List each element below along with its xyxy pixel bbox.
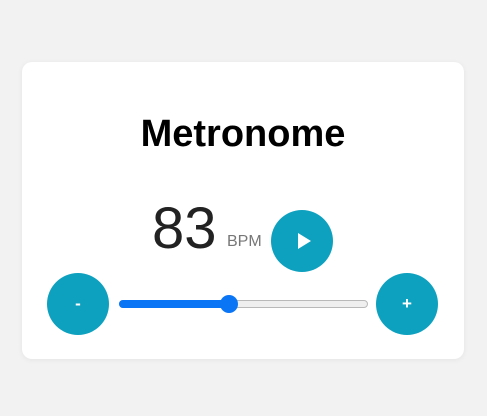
slider-thumb[interactable] <box>220 295 238 313</box>
tempo-slider[interactable] <box>119 295 368 313</box>
decrease-tempo-button[interactable]: - <box>47 273 109 335</box>
slider-fill <box>119 300 229 308</box>
play-button[interactable] <box>271 210 333 272</box>
play-icon <box>297 233 311 249</box>
tempo-display: 83 BPM <box>22 194 464 264</box>
increase-tempo-button[interactable]: + <box>376 273 438 335</box>
bpm-unit-label: BPM <box>227 233 262 250</box>
metronome-card: Metronome 83 BPM - + <box>22 62 464 359</box>
page-title: Metronome <box>140 113 346 155</box>
bpm-value: 83 <box>152 196 217 261</box>
